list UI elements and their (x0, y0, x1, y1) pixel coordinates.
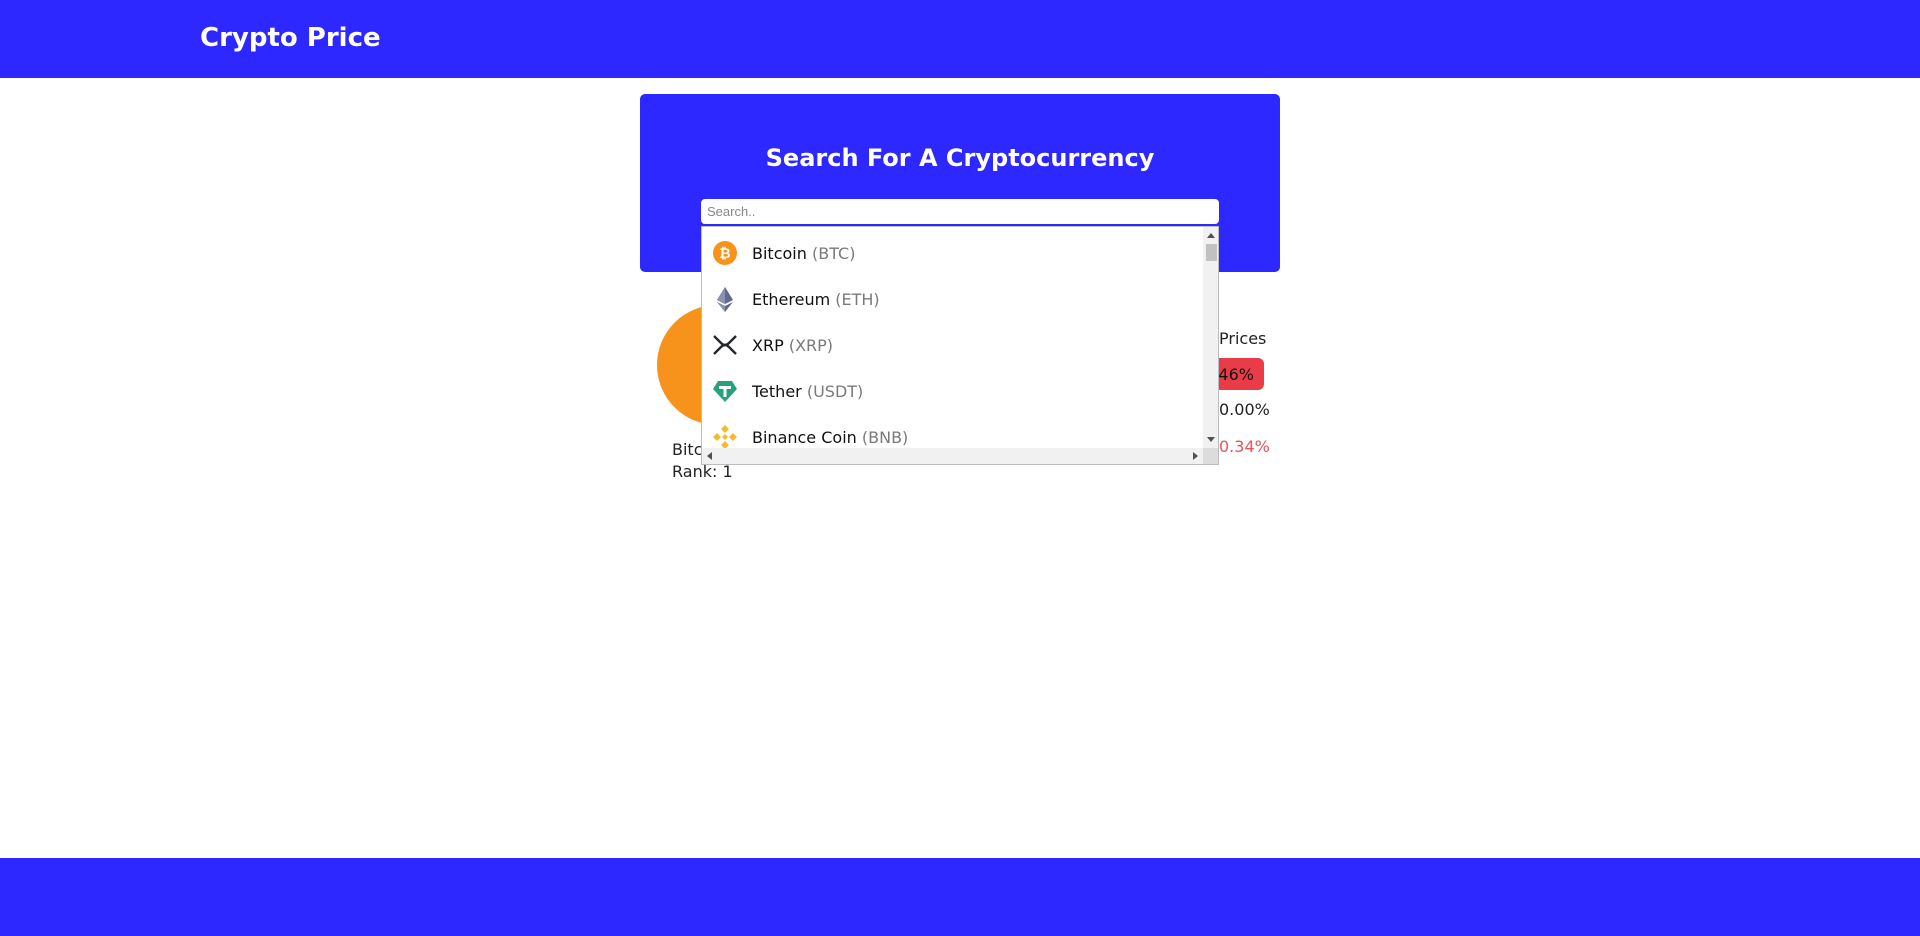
price-change-badge-text: .46% (1213, 364, 1254, 384)
footer (0, 858, 1920, 936)
brand-title[interactable]: Crypto Price (200, 23, 381, 53)
xrp-icon (713, 335, 737, 355)
dropdown-item-text: Ethereum (ETH) (752, 290, 880, 309)
dropdown-item-text: Tether (USDT) (752, 382, 863, 401)
scroll-up-icon[interactable] (1207, 233, 1215, 238)
dropdown-item-text: XRP (XRP) (752, 336, 833, 355)
prices-header: Prices (1219, 329, 1267, 348)
scroll-thumb[interactable] (1206, 244, 1217, 261)
dropdown-item-binance[interactable]: Binance Coin (BNB) (702, 414, 1203, 448)
change-percent-neutral: 0.00% (1219, 400, 1270, 419)
horizontal-scrollbar[interactable] (702, 448, 1203, 464)
scrollbar-corner (1203, 448, 1218, 464)
dropdown-item-ethereum[interactable]: Ethereum (ETH) (702, 276, 1203, 322)
binance-icon (713, 425, 737, 448)
scroll-left-icon[interactable] (707, 452, 712, 460)
dropdown-item-xrp[interactable]: XRP (XRP) (702, 322, 1203, 368)
coin-name-label: Bitcoin (752, 243, 807, 263)
dropdown-list: ₿ Bitcoin (BTC) Ethereum (ETH) XRP (XRP)… (702, 227, 1203, 448)
coin-symbol-label: (BNB) (861, 427, 909, 447)
coin-symbol-label: (ETH) (835, 289, 880, 309)
bitcoin-icon: ₿ (713, 241, 737, 265)
search-title: Search For A Cryptocurrency (765, 144, 1155, 172)
coin-symbol-label: (BTC) (811, 243, 856, 263)
scroll-right-icon[interactable] (1193, 452, 1198, 460)
dropdown-item-text: Bitcoin (BTC) (752, 244, 855, 263)
coin-symbol-label: (USDT) (806, 381, 864, 401)
coin-name-label: Tether (752, 381, 802, 401)
dropdown-item-tether[interactable]: Tether (USDT) (702, 368, 1203, 414)
coin-name-label: Binance Coin (752, 427, 857, 447)
vertical-scrollbar[interactable] (1203, 227, 1218, 448)
top-navbar: Crypto Price (0, 0, 1920, 78)
search-dropdown[interactable]: ₿ Bitcoin (BTC) Ethereum (ETH) XRP (XRP)… (701, 226, 1219, 465)
coin-name-label: Ethereum (752, 289, 831, 309)
coin-symbol-label: (XRP) (788, 335, 834, 355)
dropdown-item-text: Binance Coin (BNB) (752, 428, 908, 447)
search-input[interactable] (701, 199, 1219, 224)
ethereum-icon (717, 287, 733, 312)
coin-name-label: XRP (752, 335, 784, 355)
tether-icon (713, 381, 737, 402)
change-percent-negative: 0.34% (1219, 437, 1270, 456)
coin-name: Bitc (672, 440, 703, 459)
svg-text:₿: ₿ (719, 246, 730, 262)
dropdown-item-bitcoin[interactable]: ₿ Bitcoin (BTC) (702, 230, 1203, 276)
scroll-down-icon[interactable] (1207, 437, 1215, 442)
